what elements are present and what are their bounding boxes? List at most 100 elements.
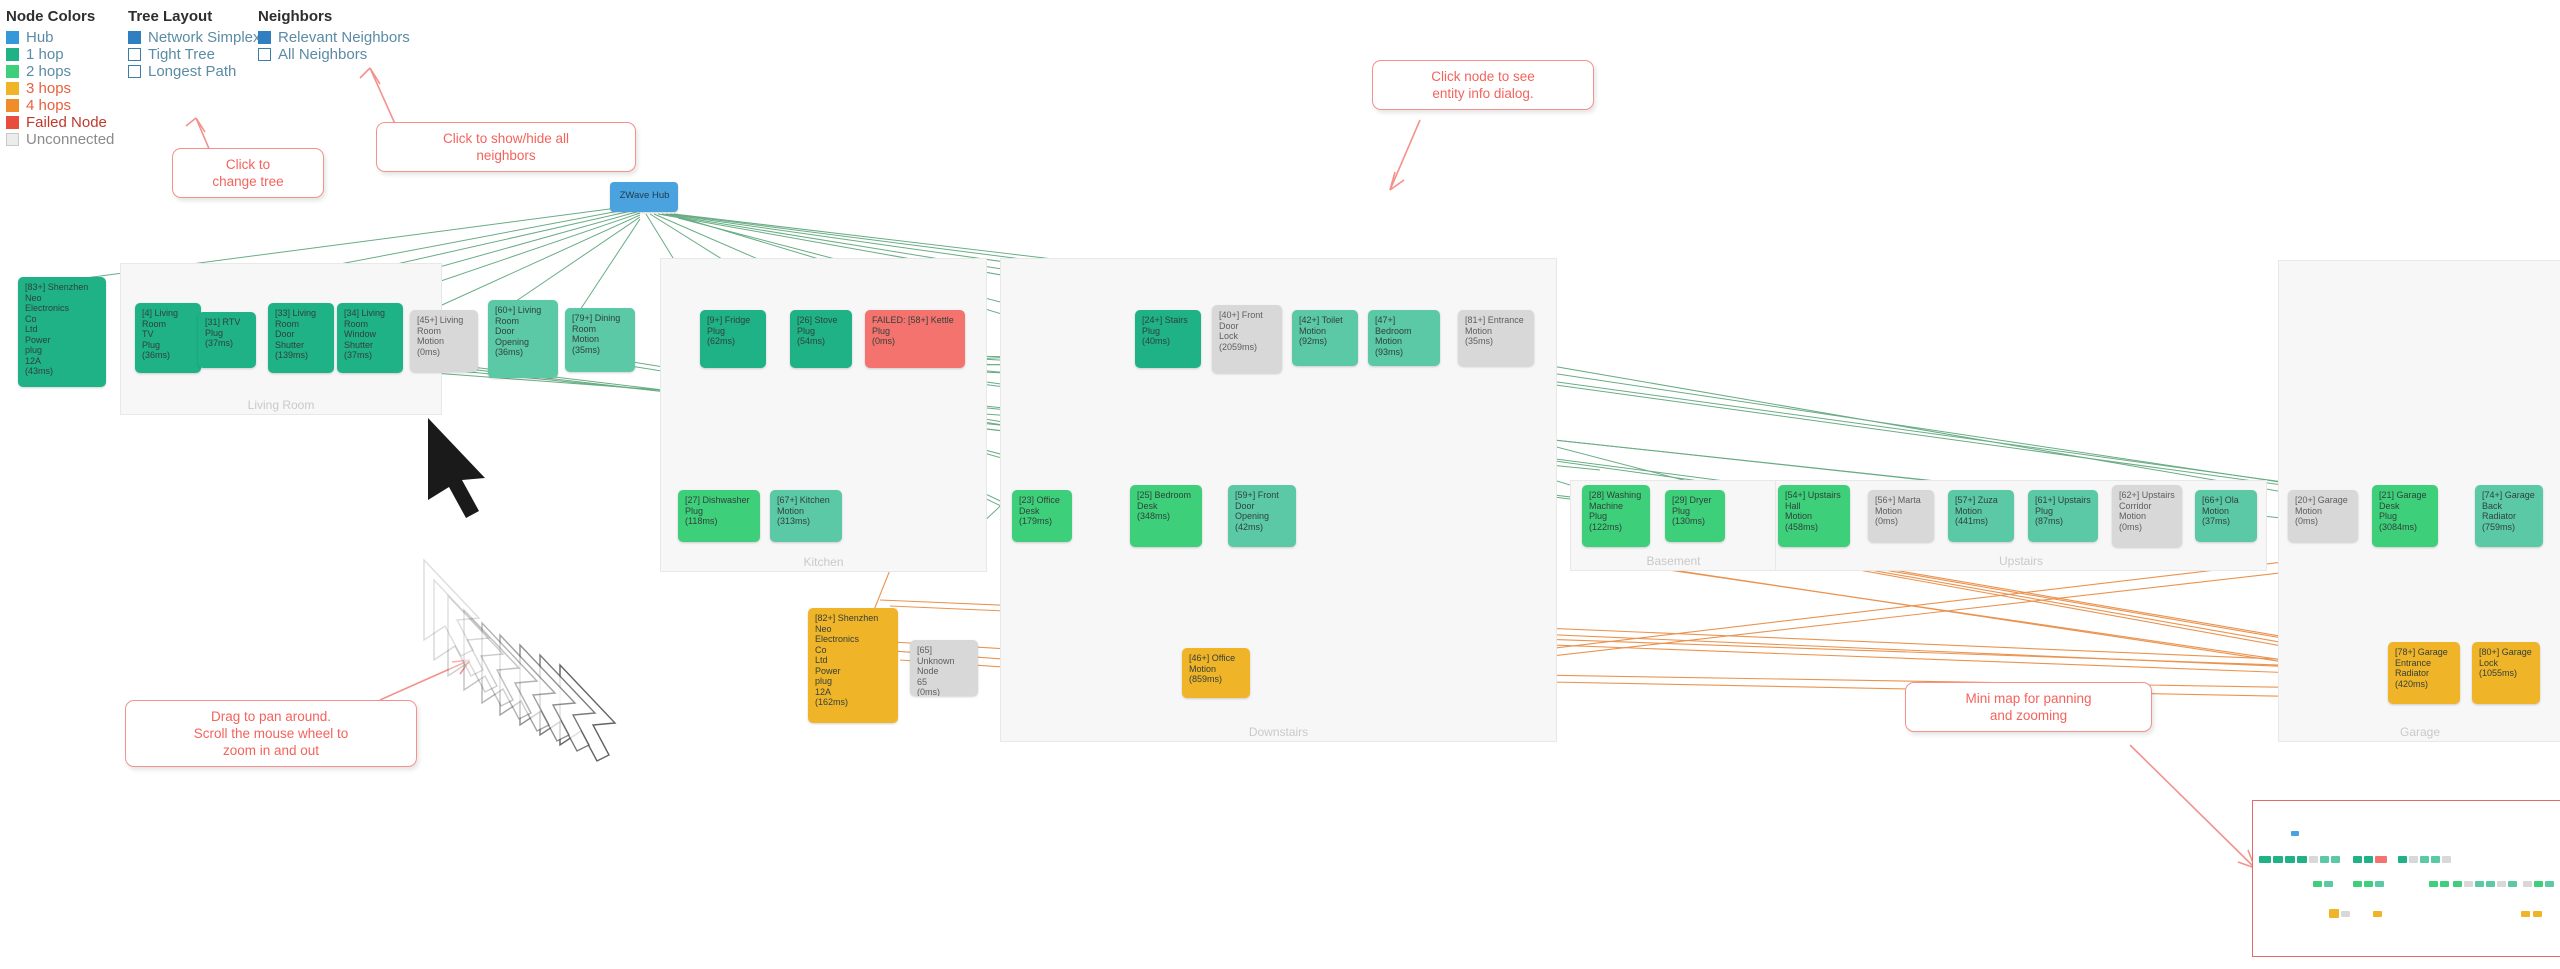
node-82[interactable]: [82+] Shenzhen Neo Electronics Co Ltd Po… — [808, 608, 898, 723]
color-swatch — [6, 48, 19, 61]
node-81[interactable]: [81+] Entrance Motion (35ms) — [1458, 310, 1534, 366]
node-27[interactable]: [27] Dishwasher Plug (118ms) — [678, 490, 760, 542]
node-78[interactable]: [78+] Garage Entrance Radiator (420ms) — [2388, 642, 2460, 704]
node-34[interactable]: [34] Living Room Window Shutter (37ms) — [337, 303, 403, 373]
color-swatch — [6, 133, 19, 146]
tree-layout-option-tight-tree[interactable]: Tight Tree — [128, 46, 261, 63]
node-54[interactable]: [54+] Upstairs Hall Motion (458ms) — [1778, 485, 1850, 547]
node-79[interactable]: [79+] Dining Room Motion (35ms) — [565, 308, 635, 372]
legend-tree-layout: Tree Layout Network Simplex Tight Tree L… — [128, 8, 261, 80]
minimap-nodes — [2534, 881, 2543, 887]
node-45[interactable]: [45+] Living Room Motion (0ms) — [410, 310, 478, 372]
node-65[interactable]: [65] Unknown Node 65 (0ms) — [910, 640, 978, 696]
color-swatch — [6, 99, 19, 112]
minimap-nodes — [2398, 856, 2407, 863]
node-24[interactable]: [24+] Stairs Plug (40ms) — [1135, 310, 1201, 368]
node-20[interactable]: [20+] Garage Motion (0ms) — [2288, 490, 2358, 542]
node-56[interactable]: [56+] Marta Motion (0ms) — [1868, 490, 1934, 542]
minimap-nodes — [2521, 911, 2530, 917]
node-59[interactable]: [59+] Front Door Opening (42ms) — [1228, 485, 1296, 547]
legend-label: 4 hops — [26, 97, 72, 114]
node-28[interactable]: [28] Washing Machine Plug (122ms) — [1582, 485, 1650, 547]
minimap-nodes — [2373, 911, 2382, 917]
minimap-nodes — [2508, 881, 2517, 887]
node-21[interactable]: [21] Garage Desk Plug (3084ms) — [2372, 485, 2438, 547]
minimap-nodes — [2285, 856, 2295, 863]
minimap-nodes — [2364, 856, 2373, 863]
minimap-nodes — [2486, 881, 2495, 887]
minimap-nodes — [2420, 856, 2429, 863]
tree-layout-option-network-simplex[interactable]: Network Simplex — [128, 29, 261, 46]
minimap-nodes — [2331, 856, 2340, 863]
legend-item-1hop: 1 hop — [6, 46, 114, 63]
node-47[interactable]: [47+] Bedroom Motion (93ms) — [1368, 310, 1440, 366]
minimap-nodes — [2353, 881, 2362, 887]
callout-text: Click to show/hide all neighbors — [442, 131, 570, 163]
neighbors-option-all[interactable]: All Neighbors — [258, 46, 410, 63]
node-31[interactable]: [31] RTV Plug (37ms) — [198, 312, 256, 368]
node-4[interactable]: [4] Living Room TV Plug (36ms) — [135, 303, 201, 373]
legend-item-4hops: 4 hops — [6, 97, 114, 114]
callout-text: Drag to pan around. Scroll the mouse whe… — [193, 709, 349, 758]
minimap-nodes — [2364, 881, 2373, 887]
minimap-nodes — [2453, 881, 2462, 887]
node-42[interactable]: [42+] Toilet Motion (92ms) — [1292, 310, 1358, 366]
network-graph-canvas[interactable]: Node Colors Hub 1 hop 2 hops 3 hops 4 ho… — [0, 0, 2560, 969]
node-46[interactable]: [46+] Office Motion (859ms) — [1182, 648, 1250, 698]
node-33[interactable]: [33] Living Room Door Shutter (139ms) — [268, 303, 334, 373]
legend-neighbors-title: Neighbors — [258, 8, 333, 25]
node-zwave-hub[interactable]: ZWave Hub — [610, 182, 678, 212]
legend-label: Unconnected — [26, 131, 115, 148]
minimap-nodes — [2475, 881, 2484, 887]
node-40[interactable]: [40+] Front Door Lock (2059ms) — [1212, 305, 1282, 373]
node-62[interactable]: [62+] Upstairs Corridor Motion (0ms) — [2112, 485, 2182, 547]
minimap-nodes — [2320, 856, 2329, 863]
node-80[interactable]: [80+] Garage Lock (1055ms) — [2472, 642, 2540, 704]
callout-mini-map: Mini map for panning and zooming — [1905, 682, 2152, 732]
minimap-nodes — [2431, 856, 2440, 863]
mini-map[interactable] — [2252, 800, 2560, 957]
legend-label: Hub — [26, 29, 54, 46]
callout-text: Mini map for panning and zooming — [1965, 691, 2092, 723]
node-83[interactable]: [83+] Shenzhen Neo Electronics Co Ltd Po… — [18, 277, 106, 387]
group-label: Kitchen — [803, 555, 844, 569]
neighbors-option-relevant[interactable]: Relevant Neighbors — [258, 29, 410, 46]
node-9[interactable]: [9+] Fridge Plug (62ms) — [700, 310, 766, 368]
minimap-nodes — [2375, 881, 2384, 887]
minimap-nodes — [2464, 881, 2473, 887]
checkbox-icon[interactable] — [258, 31, 271, 44]
checkbox-icon[interactable] — [128, 65, 141, 78]
checkbox-icon[interactable] — [128, 48, 141, 61]
node-23[interactable]: [23] Office Desk (179ms) — [1012, 490, 1072, 542]
checkbox-icon[interactable] — [128, 31, 141, 44]
minimap-nodes — [2442, 856, 2451, 863]
tree-layout-option-longest-path[interactable]: Longest Path — [128, 63, 261, 80]
node-25[interactable]: [25] Bedroom Desk (348ms) — [1130, 485, 1202, 547]
minimap-nodes — [2545, 881, 2554, 887]
minimap-nodes — [2341, 911, 2350, 917]
legend-item-3hops: 3 hops — [6, 80, 114, 97]
minimap-nodes — [2497, 881, 2506, 887]
legend-node-colors-title: Node Colors — [6, 8, 96, 25]
node-57[interactable]: [57+] Zuza Motion (441ms) — [1948, 490, 2014, 542]
node-66[interactable]: [66+] Ola Motion (37ms) — [2195, 490, 2257, 542]
minimap-nodes — [2375, 856, 2387, 863]
node-61[interactable]: [61+] Upstairs Plug (87ms) — [2028, 490, 2098, 542]
node-29[interactable]: [29] Dryer Plug (130ms) — [1665, 490, 1725, 542]
node-74[interactable]: [74+] Garage Back Radiator (759ms) — [2475, 485, 2543, 547]
node-67[interactable]: [67+] Kitchen Motion (313ms) — [770, 490, 842, 542]
minimap-nodes — [2533, 911, 2542, 917]
option-label: Network Simplex — [148, 29, 261, 46]
legend-neighbors: Neighbors Relevant Neighbors All Neighbo… — [258, 8, 410, 63]
checkbox-icon[interactable] — [258, 48, 271, 61]
callout-show-hide-neighbors: Click to show/hide all neighbors — [376, 122, 636, 172]
legend-item-2hops: 2 hops — [6, 63, 114, 80]
group-label: Garage — [2399, 725, 2441, 739]
color-swatch — [6, 65, 19, 78]
node-60[interactable]: [60+] Living Room Door Opening (36ms) — [488, 300, 558, 378]
group-label: Upstairs — [1998, 554, 2043, 568]
node-26[interactable]: [26] Stove Plug (54ms) — [790, 310, 852, 368]
minimap-nodes — [2273, 856, 2283, 863]
minimap-nodes — [2429, 881, 2438, 887]
node-58[interactable]: FAILED: [58+] Kettle Plug (0ms) — [865, 310, 965, 368]
